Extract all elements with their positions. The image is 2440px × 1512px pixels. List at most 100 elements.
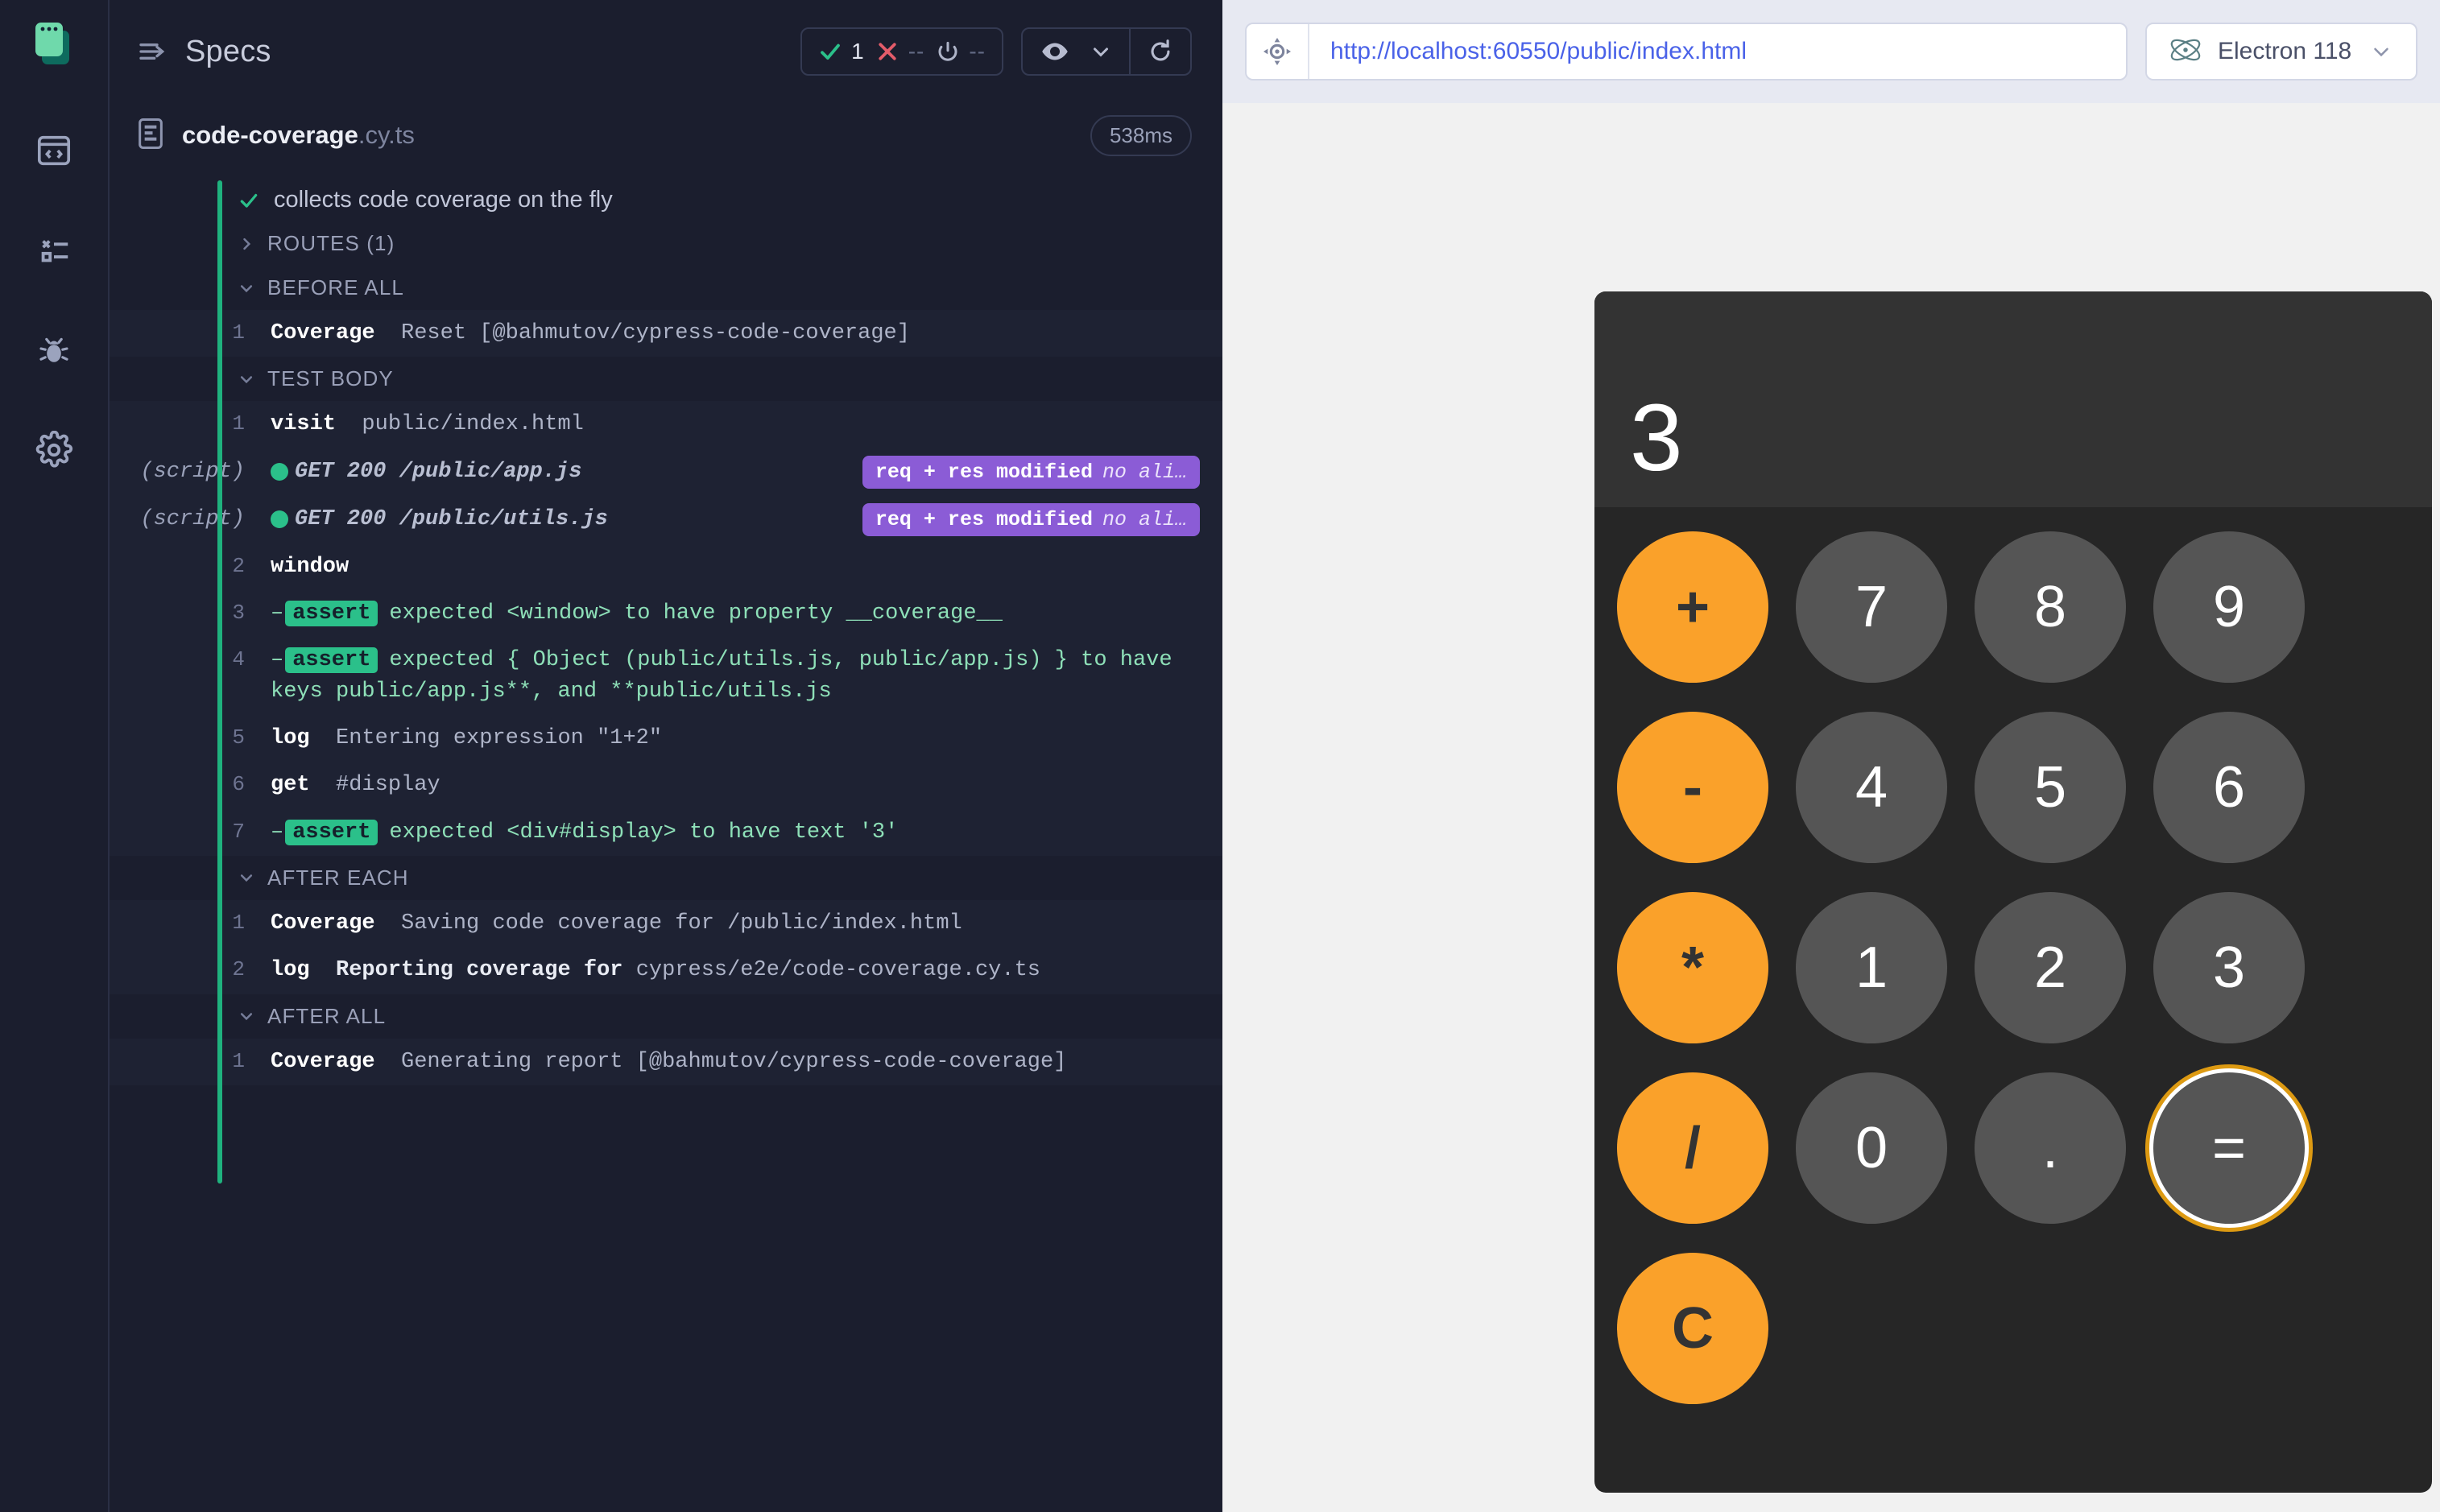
command-number: 1 bbox=[232, 411, 245, 436]
sidebar-item-settings[interactable] bbox=[29, 425, 79, 475]
assert-badge: assert bbox=[285, 647, 378, 674]
spec-file-name: code-coverage.cy.ts bbox=[182, 121, 415, 149]
spec-file-row[interactable]: code-coverage.cy.ts 538ms bbox=[110, 103, 1222, 167]
passed-count: 1 bbox=[851, 39, 864, 64]
chevron-down-icon[interactable] bbox=[1084, 29, 1129, 74]
command-text: Coverage Reset [@bahmutov/cypress-code-c… bbox=[271, 321, 910, 345]
sidebar-item-runs[interactable] bbox=[29, 225, 79, 275]
group-label-after-each: AFTER EACH bbox=[267, 865, 409, 890]
intercept-badge[interactable]: req + res modified no ali… bbox=[862, 455, 1200, 489]
command-row[interactable]: 2 log Reporting coverage for cypress/e2e… bbox=[110, 947, 1222, 994]
reload-icon[interactable] bbox=[1129, 29, 1190, 74]
intercept-badge-alias: no ali… bbox=[1102, 460, 1187, 484]
browser-selector[interactable]: Electron 118 bbox=[2145, 23, 2417, 81]
app-under-test-panel: http://localhost:60550/public/index.html… bbox=[1222, 0, 2440, 1512]
keypad-row: / 0 . = bbox=[1617, 1072, 2409, 1224]
command-number: 2 bbox=[232, 957, 245, 982]
url-bar[interactable]: http://localhost:60550/public/index.html bbox=[1245, 23, 2128, 81]
test-title-row[interactable]: collects code coverage on the fly bbox=[110, 179, 1222, 221]
key-equals[interactable]: = bbox=[2153, 1072, 2305, 1224]
key-3[interactable]: 3 bbox=[2153, 892, 2305, 1043]
intercept-badge-label: req + res modified bbox=[875, 507, 1093, 531]
assert-badge: assert bbox=[285, 819, 378, 845]
key-7[interactable]: 7 bbox=[1796, 531, 1947, 683]
stat-failed: -- bbox=[875, 39, 925, 64]
test-reporter-panel: Specs 1 -- -- code-coverage.cy.ts 538ms … bbox=[110, 0, 1222, 1512]
key-5[interactable]: 5 bbox=[1975, 712, 2126, 863]
route-row[interactable]: (script) GET 200 /public/app.js req + re… bbox=[110, 448, 1222, 496]
eye-icon[interactable] bbox=[1023, 29, 1084, 74]
check-icon bbox=[238, 190, 259, 211]
chevron-down-icon bbox=[238, 870, 254, 886]
assertion-row[interactable]: 3 – assert expected <window> to have prope… bbox=[110, 590, 1222, 637]
route-row[interactable]: (script) GET 200 /public/utils.js req + … bbox=[110, 496, 1222, 543]
command-text: Coverage Saving code coverage for /publi… bbox=[271, 911, 962, 936]
group-label-routes: ROUTES (1) bbox=[267, 231, 395, 255]
key-decimal[interactable]: . bbox=[1975, 1072, 2126, 1224]
command-block-after-all: 1 Coverage Generating report [@bahmutov/… bbox=[110, 1038, 1222, 1085]
command-number: 1 bbox=[232, 910, 245, 935]
key-6[interactable]: 6 bbox=[2153, 712, 2305, 863]
group-header-test-body[interactable]: TEST BODY bbox=[110, 357, 1222, 401]
intercept-badge[interactable]: req + res modified no ali… bbox=[862, 502, 1200, 536]
command-row[interactable]: 5 log Entering expression "1+2" bbox=[110, 715, 1222, 762]
group-header-after-all[interactable]: AFTER ALL bbox=[110, 994, 1222, 1039]
command-number: 3 bbox=[232, 600, 245, 625]
group-label-before-all: BEFORE ALL bbox=[267, 275, 404, 300]
passing-test-indicator bbox=[217, 180, 222, 1184]
key-2[interactable]: 2 bbox=[1975, 892, 2126, 1043]
aut-page-content: 3 + 7 8 9 - 4 5 6 * 1 2 3 / 0 . = C bbox=[1577, 130, 2440, 1493]
command-number: 7 bbox=[232, 819, 245, 844]
command-row[interactable]: 2 window bbox=[110, 543, 1222, 590]
stat-passed: 1 bbox=[818, 39, 864, 64]
key-multiply[interactable]: * bbox=[1617, 892, 1768, 1043]
cypress-logo-icon[interactable] bbox=[29, 18, 79, 68]
chevron-down-icon bbox=[238, 1008, 254, 1024]
chevron-down-icon bbox=[238, 371, 254, 387]
check-icon bbox=[818, 39, 842, 64]
chevron-right-icon bbox=[238, 236, 254, 252]
electron-icon bbox=[2168, 32, 2203, 72]
key-clear[interactable]: C bbox=[1617, 1253, 1768, 1404]
command-row[interactable]: 6 get #display bbox=[110, 762, 1222, 808]
assertion-row[interactable]: 4 – assert expected { Object (public/utils… bbox=[110, 637, 1222, 715]
command-row[interactable]: 1 Coverage Reset [@bahmutov/cypress-code… bbox=[110, 310, 1222, 357]
spec-duration-badge: 538ms bbox=[1090, 114, 1192, 156]
specs-title-group[interactable]: Specs bbox=[137, 35, 271, 69]
url-text[interactable]: http://localhost:60550/public/index.html bbox=[1309, 38, 1747, 65]
group-header-before-all[interactable]: BEFORE ALL bbox=[110, 266, 1222, 310]
x-icon bbox=[875, 39, 899, 64]
command-text: Coverage Generating report [@bahmutov/cy… bbox=[271, 1049, 1067, 1074]
command-row[interactable]: 1 Coverage Saving code coverage for /pub… bbox=[110, 900, 1222, 947]
key-plus[interactable]: + bbox=[1617, 531, 1768, 683]
sidebar-item-specs[interactable] bbox=[29, 126, 79, 176]
key-4[interactable]: 4 bbox=[1796, 712, 1947, 863]
stat-pending: -- bbox=[936, 39, 986, 64]
keypad-row: * 1 2 3 bbox=[1617, 892, 2409, 1043]
assertion-text: – assert expected <div#display> to have te… bbox=[271, 819, 899, 845]
group-header-routes[interactable]: ROUTES (1) bbox=[110, 221, 1222, 266]
command-text: get #display bbox=[271, 773, 440, 798]
file-icon bbox=[137, 118, 164, 154]
key-0[interactable]: 0 bbox=[1796, 1072, 1947, 1224]
test-title: collects code coverage on the fly bbox=[274, 187, 613, 213]
chevron-down-icon[interactable] bbox=[2369, 39, 2393, 64]
assertion-text: – assert expected { Object (public/utils.j… bbox=[271, 647, 1172, 704]
group-header-after-each[interactable]: AFTER EACH bbox=[110, 856, 1222, 900]
command-row[interactable]: 1 visit public/index.html bbox=[110, 401, 1222, 448]
command-text: visit public/index.html bbox=[271, 412, 584, 437]
key-9[interactable]: 9 bbox=[2153, 531, 2305, 683]
sidebar-item-debug[interactable] bbox=[29, 325, 79, 375]
selector-playground-icon[interactable] bbox=[1247, 24, 1309, 79]
spec-file-info: code-coverage.cy.ts bbox=[137, 118, 415, 154]
command-row[interactable]: 1 Coverage Generating report [@bahmutov/… bbox=[110, 1039, 1222, 1085]
command-number: 5 bbox=[232, 725, 245, 750]
key-8[interactable]: 8 bbox=[1975, 531, 2126, 683]
key-1[interactable]: 1 bbox=[1796, 892, 1947, 1043]
aut-toolbar: http://localhost:60550/public/index.html… bbox=[1222, 0, 2440, 103]
key-divide[interactable]: / bbox=[1617, 1072, 1768, 1224]
key-minus[interactable]: - bbox=[1617, 712, 1768, 863]
assertion-row[interactable]: 7 – assert expected <div#display> to have … bbox=[110, 809, 1222, 856]
failed-count: -- bbox=[908, 39, 925, 64]
command-text: log Reporting coverage for cypress/e2e/c… bbox=[271, 958, 1040, 983]
